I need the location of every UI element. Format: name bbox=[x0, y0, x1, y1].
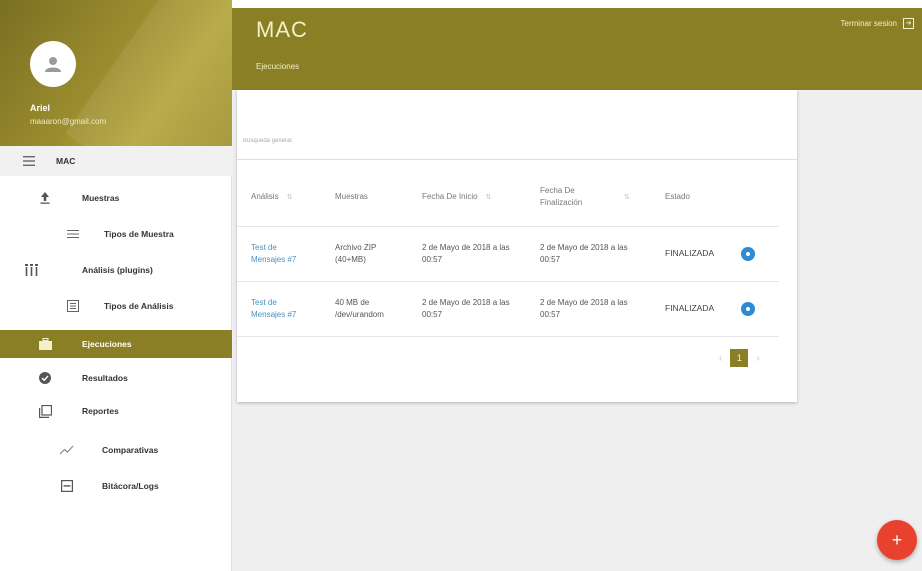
sidebar-item-comparativas[interactable]: Comparativas bbox=[0, 436, 232, 464]
sidebar-item-label: Tipos de Análisis bbox=[104, 301, 174, 311]
cell-end-date: 2 de Mayo de 2018 a las 00:57 bbox=[526, 226, 651, 282]
sidebar-item-analisis[interactable]: Análisis (plugins) bbox=[0, 256, 232, 284]
cell-end-date: 2 de Mayo de 2018 a las 00:57 bbox=[526, 281, 651, 337]
user-name: Ariel bbox=[30, 103, 51, 113]
add-execution-button[interactable]: + bbox=[877, 520, 917, 560]
sidebar-item-mac[interactable]: MAC bbox=[0, 146, 232, 176]
column-header-analisis[interactable]: Análisis ⇅ bbox=[237, 168, 321, 227]
pagination: ‹ 1 › bbox=[719, 349, 760, 367]
library-icon bbox=[38, 404, 52, 418]
log-icon bbox=[60, 479, 74, 493]
column-header-estado[interactable]: Estado bbox=[651, 168, 727, 227]
avatar[interactable] bbox=[30, 41, 76, 87]
sidebar-item-bitacora[interactable]: Bitácora/Logs bbox=[0, 472, 232, 500]
upload-icon bbox=[38, 191, 52, 205]
status-badge: FINALIZADA bbox=[651, 226, 727, 282]
profile-header: Ariel maaaron@gmail.com bbox=[0, 0, 232, 148]
logout-button[interactable]: Terminar sesion ➔ bbox=[841, 18, 914, 29]
sidebar: Ariel maaaron@gmail.com MAC Muestras Tip… bbox=[0, 0, 232, 571]
cell-start-date: 2 de Mayo de 2018 a las 00:57 bbox=[408, 226, 526, 282]
page-title: MAC bbox=[256, 17, 308, 42]
sidebar-item-tipos-de-analisis[interactable]: Tipos de Análisis bbox=[0, 292, 232, 320]
check-circle-icon bbox=[38, 371, 52, 385]
search-section bbox=[237, 90, 797, 160]
cell-action bbox=[727, 226, 779, 282]
search-input[interactable] bbox=[243, 134, 783, 148]
column-header-actions bbox=[727, 168, 779, 227]
menu-icon bbox=[22, 154, 36, 168]
sidebar-item-label: Resultados bbox=[82, 373, 128, 383]
document-list-icon bbox=[66, 299, 80, 313]
cell-sample: Archivo ZIP (40+MB) bbox=[321, 226, 408, 282]
view-detail-button[interactable] bbox=[741, 301, 755, 316]
sidebar-item-muestras[interactable]: Muestras bbox=[0, 184, 232, 212]
column-header-fecha-inicio[interactable]: Fecha De Inicio ⇅ bbox=[408, 168, 526, 227]
sidebar-item-ejecuciones[interactable]: Ejecuciones bbox=[0, 330, 232, 358]
sort-icon[interactable]: ⇅ bbox=[624, 194, 630, 201]
sidebar-item-label: Tipos de Muestra bbox=[104, 229, 174, 239]
sidebar-item-label: Bitácora/Logs bbox=[102, 481, 159, 491]
grid-icon bbox=[24, 263, 38, 277]
sidebar-item-tipos-de-muestra[interactable]: Tipos de Muestra bbox=[0, 220, 232, 248]
executions-card: Análisis⇅ Muestras Fecha De Inicio⇅ Fech… bbox=[237, 90, 797, 402]
status-badge: FINALIZADA bbox=[651, 281, 727, 337]
view-detail-button[interactable] bbox=[741, 246, 755, 261]
sidebar-item-label: MAC bbox=[56, 156, 76, 166]
top-header: MAC Ejecuciones Terminar sesion ➔ bbox=[232, 8, 922, 90]
executions-table: Análisis ⇅ Muestras Fecha De Inicio ⇅ Fech… bbox=[237, 168, 779, 337]
sort-icon[interactable]: ⇅ bbox=[287, 194, 293, 201]
sidebar-item-label: Ejecuciones bbox=[82, 339, 132, 349]
sidebar-item-resultados[interactable]: Resultados bbox=[0, 364, 232, 392]
cell-start-date: 2 de Mayo de 2018 a las 00:57 bbox=[408, 281, 526, 337]
sidebar-item-reportes[interactable]: Reportes bbox=[0, 397, 232, 425]
list-icon bbox=[66, 227, 80, 241]
cell-analysis[interactable]: Test de Mensajes #7 bbox=[237, 281, 321, 337]
table-header-row: Análisis ⇅ Muestras Fecha De Inicio ⇅ Fech… bbox=[237, 168, 779, 227]
briefcase-icon bbox=[38, 337, 52, 351]
sidebar-item-label: Comparativas bbox=[102, 445, 159, 455]
cell-sample: 40 MB de /dev/urandom bbox=[321, 281, 408, 337]
trending-icon bbox=[60, 443, 74, 457]
cell-analysis[interactable]: Test de Mensajes #7 bbox=[237, 226, 321, 282]
page-number-current[interactable]: 1 bbox=[730, 349, 749, 367]
user-email: maaaron@gmail.com bbox=[30, 117, 107, 126]
breadcrumb[interactable]: Ejecuciones bbox=[256, 62, 299, 71]
user-icon bbox=[45, 57, 61, 72]
sidebar-item-label: Análisis (plugins) bbox=[82, 265, 153, 275]
sidebar-item-label: Muestras bbox=[82, 193, 120, 203]
table-row: Test de Mensajes #7 Archivo ZIP (40+MB) … bbox=[237, 226, 779, 282]
next-page-icon[interactable]: › bbox=[756, 353, 759, 364]
column-header-muestras[interactable]: Muestras bbox=[321, 168, 408, 227]
prev-page-icon[interactable]: ‹ bbox=[719, 353, 722, 364]
sidebar-item-label: Reportes bbox=[82, 406, 119, 416]
sort-icon[interactable]: ⇅ bbox=[486, 194, 492, 201]
column-header-fecha-finalizacion[interactable]: Fecha De Finalización⇅ bbox=[526, 168, 651, 227]
cell-action bbox=[727, 281, 779, 337]
logout-label: Terminar sesion bbox=[840, 19, 897, 28]
table-row: Test de Mensajes #7 40 MB de /dev/urando… bbox=[237, 281, 779, 337]
exit-icon: ➔ bbox=[903, 18, 914, 29]
